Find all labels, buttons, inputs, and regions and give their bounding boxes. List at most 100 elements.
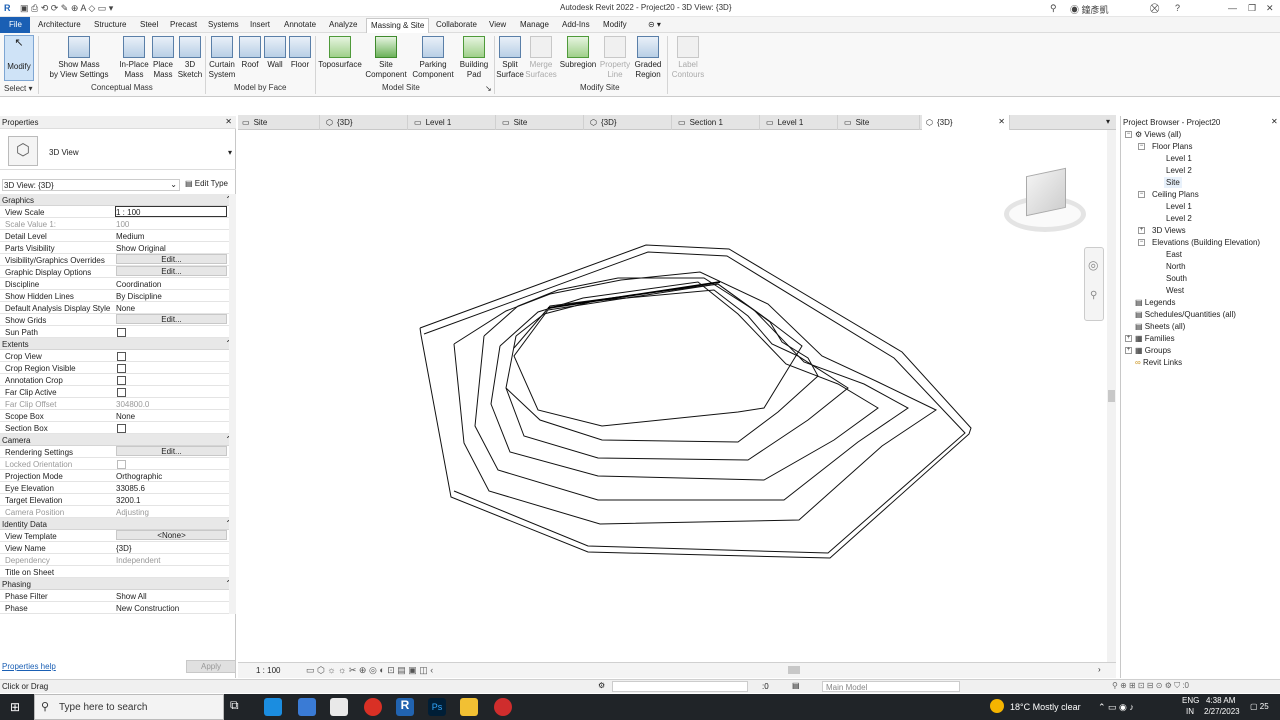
design-options-icon[interactable]: ▤ [792, 681, 800, 690]
apply-button[interactable]: Apply [186, 660, 236, 673]
viewcube-box[interactable] [1026, 167, 1066, 217]
zoom-icon[interactable]: ⚲ [1090, 290, 1097, 301]
place-mass-button[interactable]: Place Mass [150, 36, 176, 80]
expand-icon[interactable]: − [1138, 239, 1145, 246]
expand-icon[interactable]: + [1138, 227, 1145, 234]
clock-time[interactable]: 4:38 AM [1206, 696, 1235, 705]
clock-date[interactable]: 2/27/2023 [1204, 707, 1240, 716]
revit-icon[interactable]: R [396, 698, 414, 716]
prop-view-name[interactable]: View Name {3D} [0, 542, 236, 554]
store-icon[interactable] [298, 698, 316, 716]
tree-item-selected[interactable]: Site [1164, 177, 1182, 188]
checkbox[interactable] [117, 388, 126, 397]
edge-icon[interactable] [264, 698, 282, 716]
property-line-button[interactable]: Property Line [599, 36, 631, 80]
tree-item[interactable]: ▤ Sheets (all) [1135, 322, 1185, 331]
tab-annotate[interactable]: Annotate [284, 20, 316, 29]
wall-button[interactable]: Wall [263, 36, 287, 70]
close-icon[interactable]: ✕ [998, 117, 1005, 126]
photoshop-icon[interactable]: Ps [428, 698, 446, 716]
instance-filter-dropdown[interactable]: 3D View: {3D} ⌄ [2, 179, 180, 191]
view-tab[interactable]: ▭ Level 1 [762, 115, 838, 130]
merge-surfaces-button[interactable]: Merge Surfaces [525, 36, 557, 80]
curtain-system-button[interactable]: Curtain System [207, 36, 237, 80]
tree-item[interactable]: ▦ Families [1135, 334, 1175, 343]
view-tab[interactable]: ▭ Level 1 [410, 115, 496, 130]
help-icon[interactable]: ? [1175, 3, 1180, 13]
checkbox[interactable] [117, 424, 126, 433]
scroll-thumb[interactable] [1108, 390, 1115, 402]
tab-collaborate[interactable]: Collaborate [436, 20, 477, 29]
tab-view[interactable]: View [489, 20, 506, 29]
section-graphics[interactable]: Graphics⌃ [0, 194, 236, 206]
building-pad-button[interactable]: Building Pad [457, 36, 491, 80]
steering-wheel-icon[interactable]: ◎ [1088, 258, 1098, 272]
prop-parts-visibility[interactable]: Parts Visibility Show Original [0, 242, 236, 254]
view-control-icons[interactable]: ▭ ⬡ ☼ ☼ ✂ ⊕ ◎ ◐ ⊡ ▤ ▣ ◫ ‹ [306, 665, 433, 676]
edit-button[interactable]: Edit... [116, 266, 227, 276]
view-tab-active[interactable]: ⬡ {3D} ✕ [922, 115, 1010, 130]
language-code[interactable]: ENG [1182, 696, 1199, 705]
scroll-right-icon[interactable]: › [1098, 665, 1101, 674]
notification-icon[interactable]: ▢ 25 [1250, 702, 1269, 711]
parking-component-button[interactable]: Parking Component [410, 36, 456, 80]
tab-systems[interactable]: Systems [208, 20, 239, 29]
prop-scope-box[interactable]: Scope Box None [0, 410, 236, 422]
tree-item[interactable]: 3D Views [1152, 226, 1186, 235]
prop-phase[interactable]: Phase New Construction [0, 602, 236, 614]
task-view-icon[interactable]: ⧉ [230, 698, 248, 716]
panel-launcher-icon[interactable]: ↘ [485, 84, 492, 93]
expand-icon[interactable]: − [1138, 191, 1145, 198]
graded-region-button[interactable]: Graded Region [631, 36, 665, 80]
prop-discipline[interactable]: Discipline Coordination [0, 278, 236, 290]
floor-button[interactable]: Floor [288, 36, 312, 70]
prop-hidden-lines[interactable]: Show Hidden Lines By Discipline [0, 290, 236, 302]
tree-item[interactable]: Elevations (Building Elevation) [1152, 238, 1260, 247]
tab-structure[interactable]: Structure [94, 20, 126, 29]
prop-title-on-sheet[interactable]: Title on Sheet [0, 566, 236, 578]
toposurface-button[interactable]: Toposurface [317, 36, 363, 70]
3d-sketch-button[interactable]: 3D Sketch [176, 36, 204, 80]
view-tab[interactable]: ⬡ {3D} [586, 115, 672, 130]
close-button[interactable]: ✕ [1266, 3, 1274, 14]
tab-massing-site[interactable]: Massing & Site [366, 18, 430, 33]
tree-item[interactable]: Floor Plans [1152, 142, 1192, 151]
section-extents[interactable]: Extents⌃ [0, 338, 236, 350]
expand-icon[interactable]: + [1125, 347, 1132, 354]
tab-analyze[interactable]: Analyze [329, 20, 357, 29]
windows-start-icon[interactable]: ⊞ [10, 700, 20, 714]
tab-architecture[interactable]: Architecture [38, 20, 81, 29]
subregion-button[interactable]: Subregion [558, 36, 598, 70]
tab-addins[interactable]: Add-Ins [562, 20, 590, 29]
expand-icon[interactable]: − [1138, 143, 1145, 150]
binoculars-icon[interactable]: ⚲ [1050, 3, 1057, 14]
section-phasing[interactable]: Phasing⌃ [0, 578, 236, 590]
split-surface-button[interactable]: Split Surface [495, 36, 525, 80]
context-tab-dropdown[interactable]: ⊝ ▾ [648, 20, 661, 29]
view-tab[interactable]: ▭ Section 1 [674, 115, 760, 130]
expand-icon[interactable]: − [1125, 131, 1132, 138]
expand-icon[interactable]: + [1125, 335, 1132, 342]
file-tab[interactable]: File [0, 17, 30, 33]
tab-modify[interactable]: Modify [603, 20, 627, 29]
edit-button[interactable]: Edit... [116, 254, 227, 264]
select-dropdown[interactable]: Select ▾ [4, 84, 32, 93]
checkbox[interactable] [117, 328, 126, 337]
tree-item[interactable]: Level 2 [1166, 214, 1192, 223]
restore-button[interactable]: ❐ [1248, 3, 1256, 14]
prop-phase-filter[interactable]: Phase Filter Show All [0, 590, 236, 602]
tree-item[interactable]: ▤ Schedules/Quantities (all) [1135, 310, 1236, 319]
view-tab[interactable]: ⬡ {3D} [322, 115, 408, 130]
properties-help-link[interactable]: Properties help [2, 662, 56, 671]
prop-detail-level[interactable]: Detail Level Medium [0, 230, 236, 242]
prop-projection[interactable]: Projection Mode Orthographic [0, 470, 236, 482]
tree-item[interactable]: Level 1 [1166, 202, 1192, 211]
edit-type-button[interactable]: ▤ Edit Type [185, 179, 228, 188]
selection-filter-icons[interactable]: ⚲ ⊕ ⊞ ⊡ ⊟ ⊙ ⚙ ⛉ :0 [1112, 681, 1189, 691]
user-account[interactable]: ◉ 鐘彥凱 [1070, 3, 1109, 16]
editing-requests[interactable]: :0 [762, 682, 769, 691]
scrollbar[interactable] [229, 194, 236, 614]
section-camera[interactable]: Camera⌃ [0, 434, 236, 446]
checkbox[interactable] [117, 364, 126, 373]
chrome-icon[interactable] [364, 698, 382, 716]
